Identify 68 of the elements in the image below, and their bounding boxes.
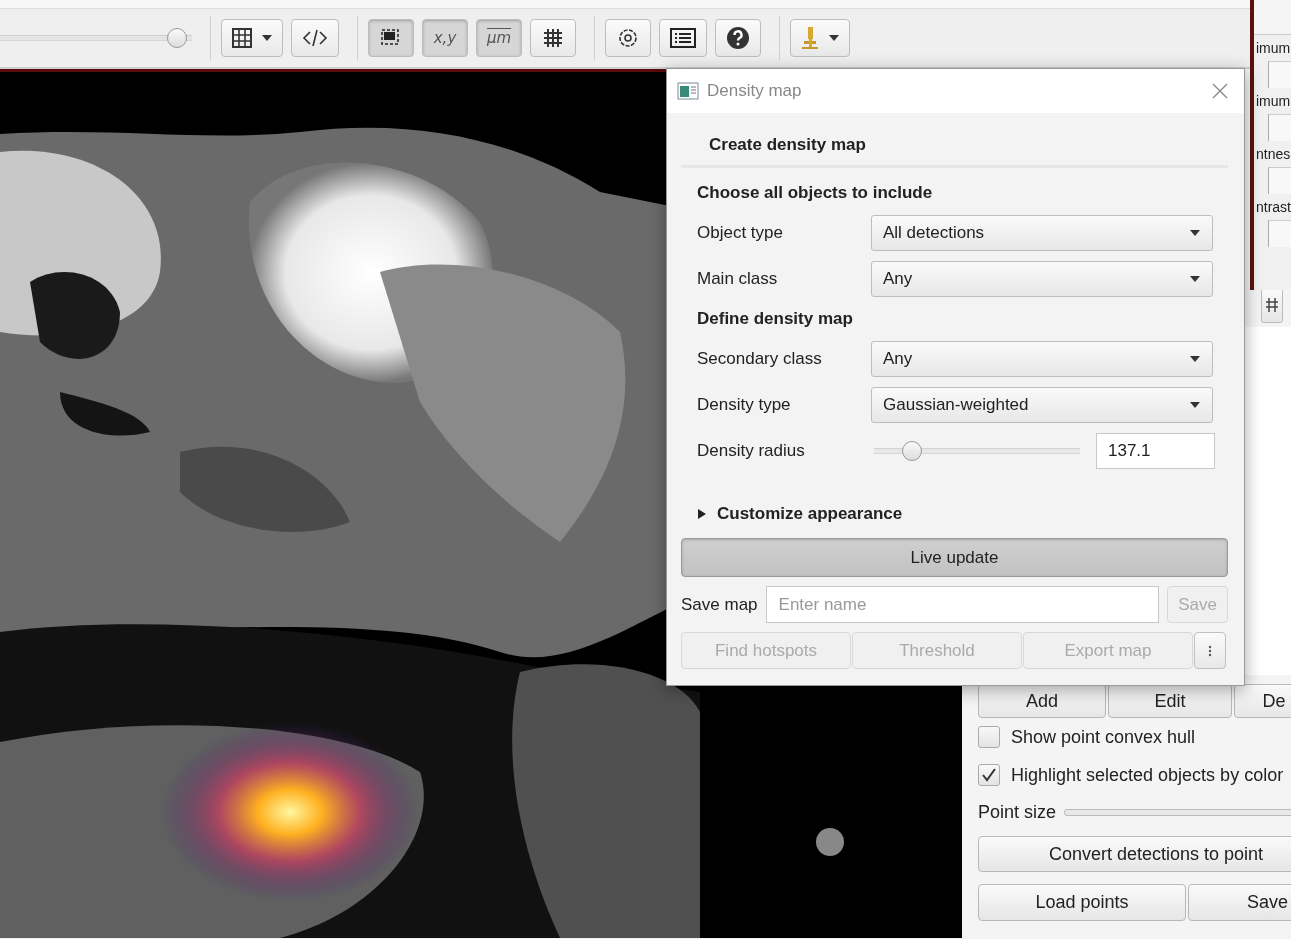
point-button[interactable]: Add [978,684,1106,718]
file-button[interactable]: Save [1188,884,1291,921]
close-icon[interactable] [1212,83,1228,99]
field-label: Density type [697,395,792,415]
slider-thumb[interactable] [166,28,187,48]
group-heading: Define density map [696,308,854,330]
list-icon [670,28,697,48]
check-icon [981,768,997,782]
convert-button[interactable]: Convert detections to point [978,836,1291,872]
dropdown[interactable]: All detections [871,215,1213,251]
option-label[interactable]: Show point convex hull [1011,726,1196,748]
field-label: Main class [697,269,779,289]
setting-label: ntrast [1255,198,1291,217]
slider-field[interactable] [1268,61,1291,88]
selection-icon [380,28,402,48]
caret-icon [1190,402,1200,408]
slider-field[interactable] [1268,167,1291,194]
toolbar-button[interactable] [715,19,762,57]
toolbar-toggle[interactable]: x,y [422,19,468,57]
setting-label: imum [1255,92,1291,111]
settings-icon [617,27,640,49]
dropdown[interactable]: Any [871,261,1213,297]
caret-icon [262,35,272,41]
toolbar-button[interactable] [530,19,577,57]
grid-icon [1265,297,1279,313]
field-label: Object type [697,223,784,243]
menu-button[interactable] [221,19,283,57]
table-icon [232,28,252,48]
point-button[interactable]: De [1234,684,1291,718]
live-update-toggle[interactable]: Live update [681,538,1228,577]
checkbox[interactable] [978,764,1000,786]
point-size-label: Point size [978,801,1057,823]
number-field[interactable]: 137.1 [1096,433,1215,469]
field-label: Density radius [697,441,806,461]
toolbar-button[interactable] [291,19,339,57]
help-icon [726,26,751,50]
more-button[interactable] [1194,632,1226,669]
setting-label: ntnes [1255,145,1291,164]
code-icon [302,28,328,48]
caret-icon [1190,230,1200,236]
option-label[interactable]: Highlight selected objects by color [1011,764,1284,786]
group-heading: Choose all objects to include [696,182,934,204]
toolbar-button[interactable] [659,19,708,57]
file-button[interactable]: Load points [978,884,1186,921]
dialog-title: Density map [707,81,803,101]
slider-field[interactable] [1268,220,1291,247]
dropdown[interactable]: Any [871,341,1213,377]
caret-icon [1190,356,1200,362]
slider-field[interactable] [1268,114,1291,141]
field-label: Save map [681,594,758,615]
section-header: Create density map [681,113,1228,168]
toolbar-button[interactable] [368,19,414,57]
name-field[interactable]: Enter name [765,586,1159,623]
checkbox[interactable] [978,726,1000,748]
caret-icon [829,35,840,41]
window-icon [677,82,699,100]
microscope-icon [801,26,820,50]
caret-icon [1190,276,1200,282]
point-button[interactable]: Edit [1108,684,1232,718]
toolbar-button[interactable] [605,19,652,57]
toolbar-toggle[interactable]: µm [476,19,523,57]
slider-thumb[interactable] [901,441,922,461]
more-icon [1208,644,1212,657]
section-toggle[interactable]: Customize appearance [717,504,903,524]
setting-label: imum [1255,39,1291,58]
field-label: Secondary class [697,349,823,369]
dropdown[interactable]: Gaussian-weighted [871,387,1213,423]
grid-icon [543,28,564,48]
